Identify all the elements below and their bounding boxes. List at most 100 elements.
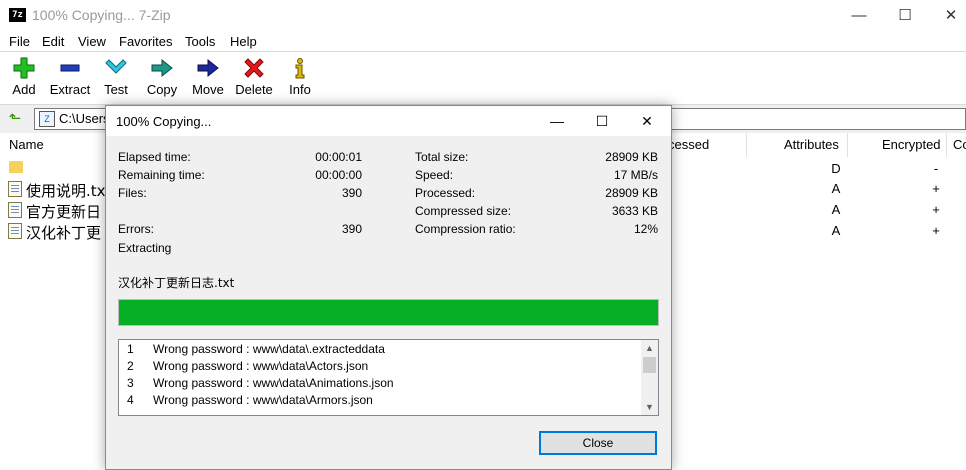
dialog-close-button[interactable]: ✕ bbox=[624, 106, 670, 136]
folder-icon bbox=[9, 161, 23, 173]
file-encrypted: + bbox=[932, 202, 940, 217]
remaining-time-value: 00:00:00 bbox=[315, 168, 362, 182]
log-number: 3 bbox=[127, 376, 134, 390]
file-attributes: D bbox=[831, 161, 841, 176]
processed-value: 28909 KB bbox=[605, 186, 658, 200]
log-message: Wrong password : www\data\.extracteddata bbox=[153, 342, 385, 356]
delete-button[interactable]: Delete bbox=[231, 56, 277, 102]
compression-ratio-value: 12% bbox=[633, 222, 658, 236]
list-item[interactable]: 1 Wrong password : www\data\.extractedda… bbox=[119, 341, 639, 358]
current-file-name: 汉化补丁更新日志.txt bbox=[118, 276, 235, 290]
file-encrypted: + bbox=[932, 223, 940, 238]
column-name[interactable]: Name bbox=[9, 137, 44, 152]
info-label: Info bbox=[289, 82, 311, 97]
menu-help[interactable]: Help bbox=[230, 34, 257, 49]
column-divider[interactable] bbox=[746, 133, 747, 157]
file-name: 官方更新日 bbox=[26, 203, 102, 221]
scroll-down-button[interactable]: ▼ bbox=[641, 399, 658, 415]
menu-tools[interactable]: Tools bbox=[185, 34, 215, 49]
text-file-icon bbox=[8, 181, 22, 197]
info-icon bbox=[277, 56, 323, 82]
log-scrollbar[interactable]: ▲ ▼ bbox=[641, 340, 658, 415]
check-chevron-icon bbox=[93, 56, 139, 82]
column-processed[interactable]: cessed bbox=[668, 137, 709, 152]
scrollbar-thumb[interactable] bbox=[643, 357, 656, 373]
column-comment[interactable]: Co bbox=[953, 137, 966, 152]
archive-icon: Z bbox=[39, 111, 55, 127]
files-value: 390 bbox=[341, 186, 362, 200]
close-icon: ✕ bbox=[944, 7, 958, 24]
error-log-list[interactable]: 1 Wrong password : www\data\.extractedda… bbox=[118, 339, 659, 416]
window-title: 100% Copying... 7-Zip bbox=[32, 7, 171, 23]
delete-x-icon bbox=[231, 56, 277, 82]
dialog-minimize-button[interactable]: — bbox=[534, 106, 580, 136]
column-attributes[interactable]: Attributes bbox=[784, 137, 839, 152]
compressed-size-value: 3633 KB bbox=[611, 204, 658, 218]
elapsed-time-value: 00:00:01 bbox=[315, 150, 362, 164]
column-divider[interactable] bbox=[847, 133, 848, 157]
speed-value: 17 MB/s bbox=[613, 168, 658, 182]
copy-arrow-icon bbox=[139, 56, 185, 82]
file-encrypted: + bbox=[932, 181, 940, 196]
operation-status: Extracting bbox=[118, 241, 172, 255]
errors-value: 390 bbox=[341, 222, 362, 236]
column-divider[interactable] bbox=[946, 133, 947, 157]
test-button[interactable]: Test bbox=[93, 56, 139, 102]
total-size-label: Total size: bbox=[415, 150, 469, 164]
compressed-size-label: Compressed size: bbox=[415, 204, 512, 218]
delete-label: Delete bbox=[235, 82, 273, 97]
toolbar: Add Extract Test Copy Move Delete Info bbox=[0, 51, 966, 104]
minimize-icon: — bbox=[550, 113, 564, 129]
progress-bar-fill bbox=[119, 300, 658, 325]
menu-view[interactable]: View bbox=[78, 34, 106, 49]
add-button[interactable]: Add bbox=[1, 56, 47, 102]
move-arrow-icon bbox=[185, 56, 231, 82]
file-attributes: A bbox=[831, 181, 841, 196]
text-file-icon bbox=[8, 202, 22, 218]
list-item[interactable]: 4 Wrong password : www\data\Armors.json bbox=[119, 392, 639, 409]
chevron-down-icon: ▼ bbox=[645, 402, 654, 412]
menu-favorites[interactable]: Favorites bbox=[119, 34, 172, 49]
dialog-maximize-button[interactable]: ☐ bbox=[579, 106, 625, 136]
log-message: Wrong password : www\data\Actors.json bbox=[153, 359, 369, 373]
extract-button[interactable]: Extract bbox=[47, 56, 93, 102]
address-path: C:\Users bbox=[59, 111, 110, 126]
minimize-icon: — bbox=[851, 7, 867, 24]
maximize-icon: ☐ bbox=[595, 113, 609, 129]
speed-label: Speed: bbox=[415, 168, 454, 182]
processed-label: Processed: bbox=[415, 186, 476, 200]
files-label: Files: bbox=[118, 186, 147, 200]
remaining-time-label: Remaining time: bbox=[118, 168, 205, 182]
file-encrypted: - bbox=[933, 161, 939, 176]
list-item[interactable]: 2 Wrong password : www\data\Actors.json bbox=[119, 358, 639, 375]
scroll-up-button[interactable]: ▲ bbox=[641, 340, 658, 356]
text-file-icon bbox=[8, 223, 22, 239]
menu-file[interactable]: File bbox=[9, 34, 30, 49]
log-number: 1 bbox=[127, 342, 134, 356]
menu-bar: File Edit View Favorites Tools Help bbox=[0, 31, 966, 51]
progress-bar bbox=[118, 299, 659, 326]
up-folder-button[interactable]: ⬑ bbox=[4, 108, 26, 130]
list-item[interactable]: 3 Wrong password : www\data\Animations.j… bbox=[119, 375, 639, 392]
add-label: Add bbox=[12, 82, 36, 97]
close-window-button[interactable]: ✕ bbox=[928, 0, 966, 31]
plus-icon bbox=[1, 56, 47, 82]
minimize-button[interactable]: — bbox=[836, 0, 882, 31]
copy-button[interactable]: Copy bbox=[139, 56, 185, 102]
folder-up-icon: ⬑ bbox=[8, 110, 22, 127]
info-button[interactable]: Info bbox=[277, 56, 323, 102]
file-attributes: A bbox=[831, 202, 841, 217]
minus-icon bbox=[47, 56, 93, 82]
move-button[interactable]: Move bbox=[185, 56, 231, 102]
elapsed-time-label: Elapsed time: bbox=[118, 150, 191, 164]
copy-label: Copy bbox=[146, 82, 178, 97]
file-name: 使用说明.txt bbox=[26, 182, 112, 200]
dialog-title: 100% Copying... bbox=[116, 114, 212, 129]
log-number: 2 bbox=[127, 359, 134, 373]
file-name: 汉化补丁更 bbox=[26, 224, 102, 242]
close-button[interactable]: Close bbox=[539, 431, 657, 455]
close-icon: ✕ bbox=[641, 113, 653, 129]
menu-edit[interactable]: Edit bbox=[42, 34, 64, 49]
maximize-button[interactable]: ☐ bbox=[882, 0, 928, 31]
column-encrypted[interactable]: Encrypted bbox=[882, 137, 941, 152]
